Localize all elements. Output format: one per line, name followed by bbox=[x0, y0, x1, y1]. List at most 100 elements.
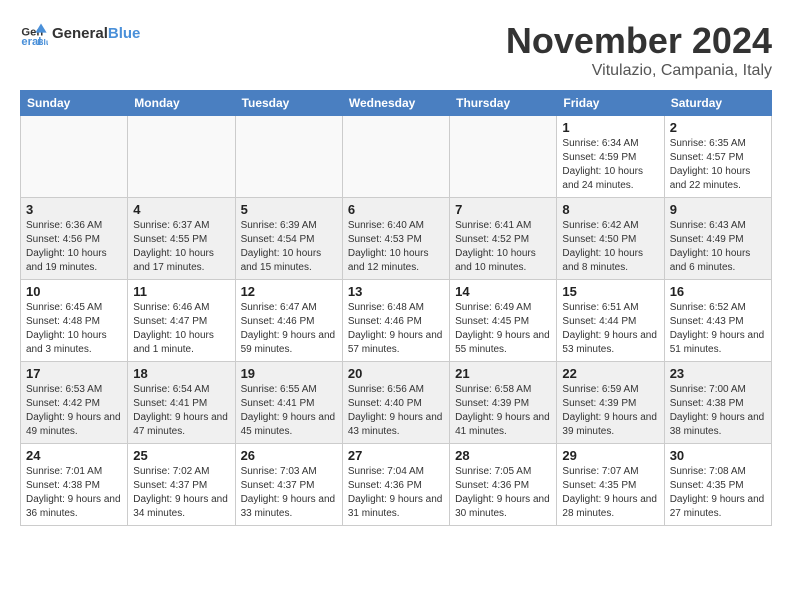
day-header-tuesday: Tuesday bbox=[235, 91, 342, 116]
month-title: November 2024 bbox=[506, 20, 772, 62]
day-number: 2 bbox=[670, 120, 766, 135]
day-number: 28 bbox=[455, 448, 551, 463]
day-cell: 7 Sunrise: 6:41 AM Sunset: 4:52 PM Daylig… bbox=[450, 198, 557, 280]
day-number: 27 bbox=[348, 448, 444, 463]
day-cell bbox=[128, 116, 235, 198]
day-info: Sunrise: 6:52 AM Sunset: 4:43 PM Dayligh… bbox=[670, 301, 766, 357]
day-info: Sunrise: 7:04 AM Sunset: 4:36 PM Dayligh… bbox=[348, 465, 444, 521]
day-cell bbox=[21, 116, 128, 198]
day-cell: 16 Sunrise: 6:52 AM Sunset: 4:43 PM Dayli… bbox=[664, 280, 771, 362]
calendar-header-row: SundayMondayTuesdayWednesdayThursdayFrid… bbox=[21, 91, 772, 116]
day-number: 16 bbox=[670, 284, 766, 299]
day-number: 11 bbox=[133, 284, 229, 299]
day-cell: 18 Sunrise: 6:54 AM Sunset: 4:41 PM Dayli… bbox=[128, 362, 235, 444]
week-row-1: 1 Sunrise: 6:34 AM Sunset: 4:59 PM Daylig… bbox=[21, 116, 772, 198]
page-header: Gen eral Blue GeneralBlue November 2024 … bbox=[20, 20, 772, 80]
day-cell: 27 Sunrise: 7:04 AM Sunset: 4:36 PM Dayli… bbox=[342, 444, 449, 526]
day-cell: 6 Sunrise: 6:40 AM Sunset: 4:53 PM Daylig… bbox=[342, 198, 449, 280]
day-header-saturday: Saturday bbox=[664, 91, 771, 116]
day-info: Sunrise: 6:59 AM Sunset: 4:39 PM Dayligh… bbox=[562, 383, 658, 439]
svg-text:Blue: Blue bbox=[38, 37, 49, 47]
day-number: 26 bbox=[241, 448, 337, 463]
day-cell: 25Sunrise: 7:02 AM Sunset: 4:37 PM Dayli… bbox=[128, 444, 235, 526]
day-info: Sunrise: 6:46 AM Sunset: 4:47 PM Dayligh… bbox=[133, 301, 229, 357]
day-info: Sunrise: 6:36 AM Sunset: 4:56 PM Dayligh… bbox=[26, 219, 122, 275]
day-info: Sunrise: 7:07 AM Sunset: 4:35 PM Dayligh… bbox=[562, 465, 658, 521]
day-number: 30 bbox=[670, 448, 766, 463]
day-number: 10 bbox=[26, 284, 122, 299]
logo-icon: Gen eral Blue bbox=[20, 20, 48, 48]
day-number: 19 bbox=[241, 366, 337, 381]
day-info: Sunrise: 6:43 AM Sunset: 4:49 PM Dayligh… bbox=[670, 219, 766, 275]
day-number: 13 bbox=[348, 284, 444, 299]
day-number: 7 bbox=[455, 202, 551, 217]
day-info: Sunrise: 6:54 AM Sunset: 4:41 PM Dayligh… bbox=[133, 383, 229, 439]
day-cell: 26 Sunrise: 7:03 AM Sunset: 4:37 PM Dayli… bbox=[235, 444, 342, 526]
day-info: Sunrise: 6:41 AM Sunset: 4:52 PM Dayligh… bbox=[455, 219, 551, 275]
day-number: 6 bbox=[348, 202, 444, 217]
calendar-body: 1 Sunrise: 6:34 AM Sunset: 4:59 PM Daylig… bbox=[21, 116, 772, 526]
day-info: Sunrise: 6:40 AM Sunset: 4:53 PM Dayligh… bbox=[348, 219, 444, 275]
location-title: Vitulazio, Campania, Italy bbox=[506, 62, 772, 80]
day-info: Sunrise: 6:37 AM Sunset: 4:55 PM Dayligh… bbox=[133, 219, 229, 275]
day-cell: 22 Sunrise: 6:59 AM Sunset: 4:39 PM Dayli… bbox=[557, 362, 664, 444]
day-cell: 19Sunrise: 6:55 AM Sunset: 4:41 PM Dayli… bbox=[235, 362, 342, 444]
day-cell: 12 Sunrise: 6:47 AM Sunset: 4:46 PM Dayli… bbox=[235, 280, 342, 362]
day-info: Sunrise: 6:49 AM Sunset: 4:45 PM Dayligh… bbox=[455, 301, 551, 357]
week-row-3: 10 Sunrise: 6:45 AM Sunset: 4:48 PM Dayli… bbox=[21, 280, 772, 362]
day-cell: 20 Sunrise: 6:56 AM Sunset: 4:40 PM Dayli… bbox=[342, 362, 449, 444]
day-number: 14 bbox=[455, 284, 551, 299]
day-number: 18 bbox=[133, 366, 229, 381]
day-info: Sunrise: 7:08 AM Sunset: 4:35 PM Dayligh… bbox=[670, 465, 766, 521]
day-cell: 5 Sunrise: 6:39 AM Sunset: 4:54 PM Daylig… bbox=[235, 198, 342, 280]
day-header-sunday: Sunday bbox=[21, 91, 128, 116]
title-section: November 2024 Vitulazio, Campania, Italy bbox=[506, 20, 772, 80]
day-info: Sunrise: 6:47 AM Sunset: 4:46 PM Dayligh… bbox=[241, 301, 337, 357]
day-info: Sunrise: 6:58 AM Sunset: 4:39 PM Dayligh… bbox=[455, 383, 551, 439]
day-info: Sunrise: 6:34 AM Sunset: 4:59 PM Dayligh… bbox=[562, 137, 658, 193]
day-number: 1 bbox=[562, 120, 658, 135]
day-header-friday: Friday bbox=[557, 91, 664, 116]
calendar-table: SundayMondayTuesdayWednesdayThursdayFrid… bbox=[20, 90, 772, 526]
day-number: 4 bbox=[133, 202, 229, 217]
day-cell: 14 Sunrise: 6:49 AM Sunset: 4:45 PM Dayli… bbox=[450, 280, 557, 362]
day-number: 15 bbox=[562, 284, 658, 299]
day-number: 24 bbox=[26, 448, 122, 463]
day-number: 22 bbox=[562, 366, 658, 381]
day-info: Sunrise: 7:03 AM Sunset: 4:37 PM Dayligh… bbox=[241, 465, 337, 521]
day-cell: 1 Sunrise: 6:34 AM Sunset: 4:59 PM Daylig… bbox=[557, 116, 664, 198]
day-number: 20 bbox=[348, 366, 444, 381]
day-info: Sunrise: 6:53 AM Sunset: 4:42 PM Dayligh… bbox=[26, 383, 122, 439]
day-cell: 11 Sunrise: 6:46 AM Sunset: 4:47 PM Dayli… bbox=[128, 280, 235, 362]
day-info: Sunrise: 6:45 AM Sunset: 4:48 PM Dayligh… bbox=[26, 301, 122, 357]
day-number: 5 bbox=[241, 202, 337, 217]
day-info: Sunrise: 6:56 AM Sunset: 4:40 PM Dayligh… bbox=[348, 383, 444, 439]
day-cell: 21Sunrise: 6:58 AM Sunset: 4:39 PM Dayli… bbox=[450, 362, 557, 444]
day-info: Sunrise: 6:35 AM Sunset: 4:57 PM Dayligh… bbox=[670, 137, 766, 193]
day-number: 29 bbox=[562, 448, 658, 463]
day-info: Sunrise: 6:51 AM Sunset: 4:44 PM Dayligh… bbox=[562, 301, 658, 357]
day-header-thursday: Thursday bbox=[450, 91, 557, 116]
day-cell: 9 Sunrise: 6:43 AM Sunset: 4:49 PM Daylig… bbox=[664, 198, 771, 280]
week-row-5: 24Sunrise: 7:01 AM Sunset: 4:38 PM Dayli… bbox=[21, 444, 772, 526]
day-number: 8 bbox=[562, 202, 658, 217]
day-number: 23 bbox=[670, 366, 766, 381]
day-number: 12 bbox=[241, 284, 337, 299]
day-cell: 13Sunrise: 6:48 AM Sunset: 4:46 PM Dayli… bbox=[342, 280, 449, 362]
logo-line1: General bbox=[52, 25, 108, 42]
day-number: 9 bbox=[670, 202, 766, 217]
day-number: 25 bbox=[133, 448, 229, 463]
day-number: 17 bbox=[26, 366, 122, 381]
day-cell: 8Sunrise: 6:42 AM Sunset: 4:50 PM Daylig… bbox=[557, 198, 664, 280]
day-cell bbox=[235, 116, 342, 198]
day-cell: 2 Sunrise: 6:35 AM Sunset: 4:57 PM Daylig… bbox=[664, 116, 771, 198]
logo: Gen eral Blue GeneralBlue bbox=[20, 20, 140, 48]
day-info: Sunrise: 6:39 AM Sunset: 4:54 PM Dayligh… bbox=[241, 219, 337, 275]
day-header-monday: Monday bbox=[128, 91, 235, 116]
week-row-2: 3Sunrise: 6:36 AM Sunset: 4:56 PM Daylig… bbox=[21, 198, 772, 280]
day-header-wednesday: Wednesday bbox=[342, 91, 449, 116]
day-cell: 10 Sunrise: 6:45 AM Sunset: 4:48 PM Dayli… bbox=[21, 280, 128, 362]
day-cell bbox=[342, 116, 449, 198]
day-cell: 28Sunrise: 7:05 AM Sunset: 4:36 PM Dayli… bbox=[450, 444, 557, 526]
day-info: Sunrise: 7:00 AM Sunset: 4:38 PM Dayligh… bbox=[670, 383, 766, 439]
